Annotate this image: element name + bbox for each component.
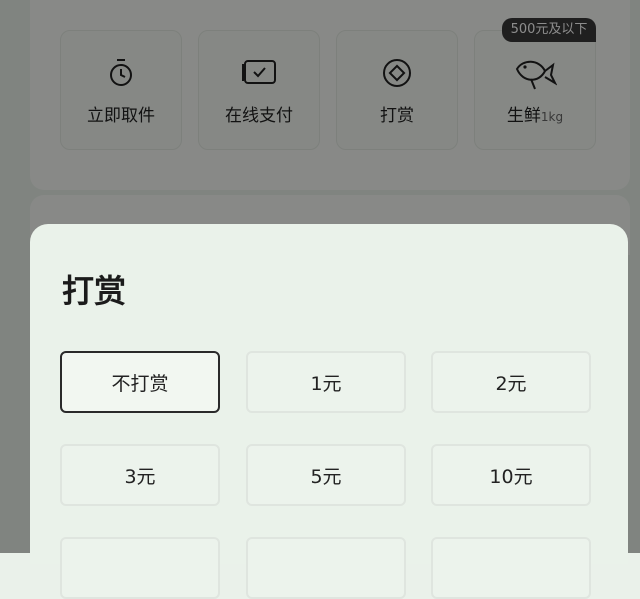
reward-option-2[interactable]: 2元 [431,351,591,413]
reward-option-3[interactable]: 3元 [60,444,220,506]
reward-option-none[interactable]: 不打赏 [60,351,220,413]
reward-option-5[interactable]: 5元 [246,444,406,506]
reward-option-more[interactable] [60,537,220,599]
reward-option-10[interactable]: 10元 [431,444,591,506]
reward-option-more[interactable] [431,537,591,599]
sheet-title: 打赏 [62,272,127,310]
reward-option-more[interactable] [246,537,406,599]
reward-option-1[interactable]: 1元 [246,351,406,413]
